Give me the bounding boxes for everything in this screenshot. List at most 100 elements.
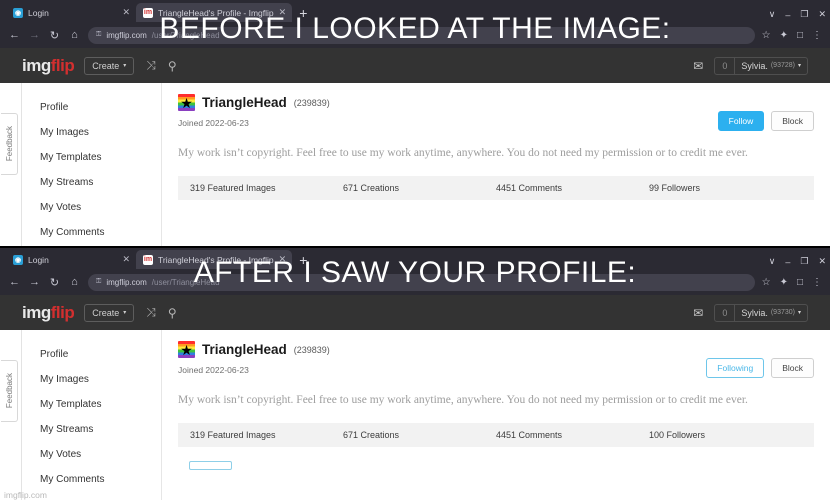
cut-off-text [178,460,181,471]
username-label: Sylvia. [741,307,768,318]
search-icon[interactable]: ⚲ [168,59,177,73]
feedback-rail: Feedback [0,83,22,247]
sidebar-item-label: My Images [40,374,89,385]
following-button[interactable]: Following [706,358,765,378]
page-body-bottom: Feedback imgflip.com Profile My Images M… [0,330,830,500]
user-points: (93730) [770,309,795,316]
follow-button[interactable]: Follow [717,111,765,131]
avatar[interactable]: ★ [178,94,195,111]
profile-actions-bottom: Following Block [706,341,814,378]
logo-flip: flip [50,55,75,75]
sidebar-item-my-comments[interactable]: My Comments [40,467,161,492]
profile-sidebar: Profile My Images My Templates My Stream… [22,330,162,500]
cut-off-badge [188,461,232,471]
sidebar-item-label: My Streams [40,177,94,188]
imgflip-header-bottom: imgflip Create ▾ ⤨ ⚲ ✉ 0 Sylvia. (93730)… [0,295,830,330]
cut-off-row [178,460,814,471]
sidebar-item-my-templates[interactable]: My Templates [40,392,161,417]
profile-stats-top: 319 Featured Images 671 Creations 4451 C… [178,176,814,201]
sidebar-item-my-votes[interactable]: My Votes [40,442,161,467]
block-button[interactable]: Block [771,358,814,378]
profile-header-row: ★ TriangleHead (239839) Joined 2022-06-2… [178,94,814,131]
sidebar-item-label: My Streams [40,424,94,435]
feedback-tab[interactable]: Feedback [1,360,18,422]
username-label: Sylvia. [741,60,768,71]
star-icon: ★ [180,94,193,111]
sidebar-item-label: Profile [40,349,69,360]
sidebar-item-label: My Templates [40,152,102,163]
chevron-down-icon: ▾ [797,63,801,69]
username-line: ★ TriangleHead (239839) [178,94,718,111]
shuffle-icon[interactable]: ⤨ [146,305,156,320]
logo-flip: flip [50,302,75,322]
sidebar-item-label: My Comments [40,474,105,485]
profile-bio: My work isn’t copyright. Feel free to us… [178,147,748,159]
profile-content-bottom: ★ TriangleHead (239839) Joined 2022-06-2… [162,330,830,500]
username-menu[interactable]: Sylvia. (93728) ▾ [735,58,807,74]
profile-bio: My work isn’t copyright. Feel free to us… [178,394,748,406]
sidebar-item-label: Profile [40,102,69,113]
chevron-down-icon: ▾ [123,63,127,69]
imgflip-header-top: imgflip Create ▾ ⤨ ⚲ ✉ 0 Sylvia. (93728)… [0,48,830,83]
user-points: (93728) [770,62,795,69]
create-label: Create [92,60,120,71]
imgflip-logo[interactable]: imgflip [22,55,75,76]
chevron-down-icon: ▾ [123,310,127,316]
profile-actions-top: Follow Block [717,94,814,131]
profile-identity: ★ TriangleHead (239839) Joined 2022-06-2… [178,94,718,128]
sidebar-item-my-streams[interactable]: My Streams [40,170,161,195]
meme-caption-bottom: AFTER I SAW YOUR PROFILE: [193,256,637,289]
sidebar-item-my-votes[interactable]: My Votes [40,195,161,220]
avatar[interactable]: ★ [178,341,195,358]
mail-icon[interactable]: ✉ [693,59,703,73]
sidebar-item-my-images[interactable]: My Images [40,367,161,392]
sidebar-item-label: My Votes [40,202,82,213]
mail-icon[interactable]: ✉ [693,306,703,320]
profile-stats-bottom: 319 Featured Images 671 Creations 4451 C… [178,423,814,448]
joined-date: Joined 2022-06-23 [178,365,249,375]
shuffle-icon[interactable]: ⤨ [146,58,156,73]
feedback-rail: Feedback imgflip.com [0,330,47,500]
username-menu[interactable]: Sylvia. (93730) ▾ [735,305,807,321]
imgflip-logo[interactable]: imgflip [22,302,75,323]
profile-content-top: ★ TriangleHead (239839) Joined 2022-06-2… [162,83,830,247]
profile-header-row: ★ TriangleHead (239839) Joined 2022-06-2… [178,341,814,378]
chevron-down-icon: ▾ [797,310,801,316]
block-button[interactable]: Block [771,111,814,131]
feedback-tab[interactable]: Feedback [1,113,18,175]
sidebar-item-profile[interactable]: Profile [40,342,161,367]
profile-points: (239839) [293,97,330,108]
stat-featured-images[interactable]: 319 Featured Images [190,430,343,440]
create-label: Create [92,307,120,318]
profile-sidebar: Profile My Images My Templates My Stream… [22,83,162,247]
sidebar-item-profile[interactable]: Profile [40,95,161,120]
page-title: TriangleHead [202,95,287,110]
notification-count: 0 [715,304,736,321]
user-menu[interactable]: 0 Sylvia. (93728) ▾ [714,56,808,75]
page-body-top: Feedback Profile My Images My Templates … [0,83,830,247]
sidebar-item-my-images[interactable]: My Images [40,120,161,145]
imgflip-watermark: imgflip.com [4,490,47,500]
user-menu[interactable]: 0 Sylvia. (93730) ▾ [714,303,808,322]
stat-comments[interactable]: 4451 Comments [496,183,649,193]
stat-comments[interactable]: 4451 Comments [496,430,649,440]
stat-followers[interactable]: 99 Followers [649,183,802,193]
sidebar-item-label: My Votes [40,449,82,460]
stat-followers[interactable]: 100 Followers [649,430,802,440]
stat-featured-images[interactable]: 319 Featured Images [190,183,343,193]
sidebar-item-my-templates[interactable]: My Templates [40,145,161,170]
sidebar-item-label: My Comments [40,227,105,238]
stat-creations[interactable]: 671 Creations [343,430,496,440]
sidebar-item-my-streams[interactable]: My Streams [40,417,161,442]
star-icon: ★ [180,341,193,358]
sidebar-item-my-comments[interactable]: My Comments [40,220,161,245]
username-line: ★ TriangleHead (239839) [178,341,706,358]
create-button[interactable]: Create ▾ [84,303,135,322]
sidebar-item-label: My Images [40,127,89,138]
stat-creations[interactable]: 671 Creations [343,183,496,193]
create-button[interactable]: Create ▾ [84,56,135,75]
search-icon[interactable]: ⚲ [168,306,177,320]
joined-date: Joined 2022-06-23 [178,118,249,128]
meme-caption-top: BEFORE I LOOKED AT THE IMAGE: [159,12,671,45]
panel-divider [0,246,830,248]
